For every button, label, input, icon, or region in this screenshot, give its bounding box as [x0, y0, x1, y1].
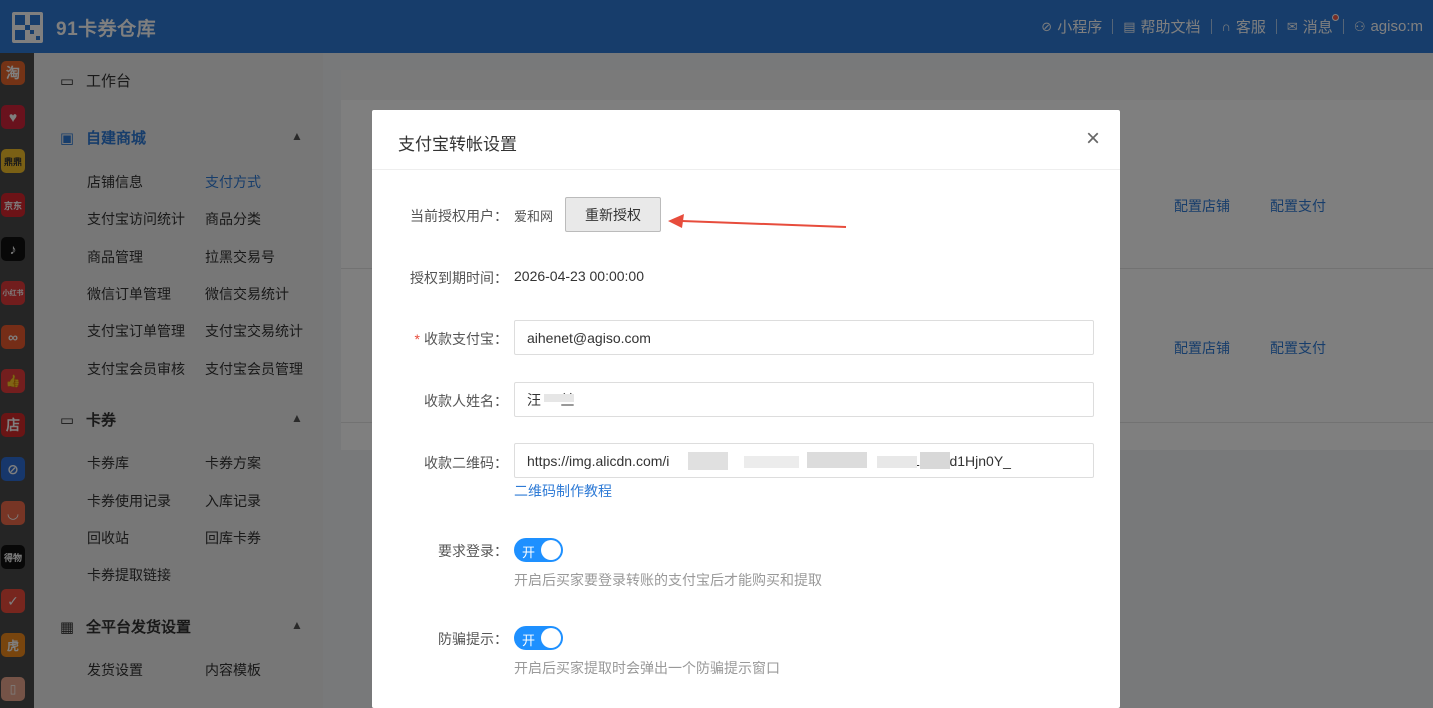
annotation-arrow — [668, 214, 847, 228]
arrow-shaft — [681, 220, 847, 228]
arrow-head — [668, 214, 684, 228]
